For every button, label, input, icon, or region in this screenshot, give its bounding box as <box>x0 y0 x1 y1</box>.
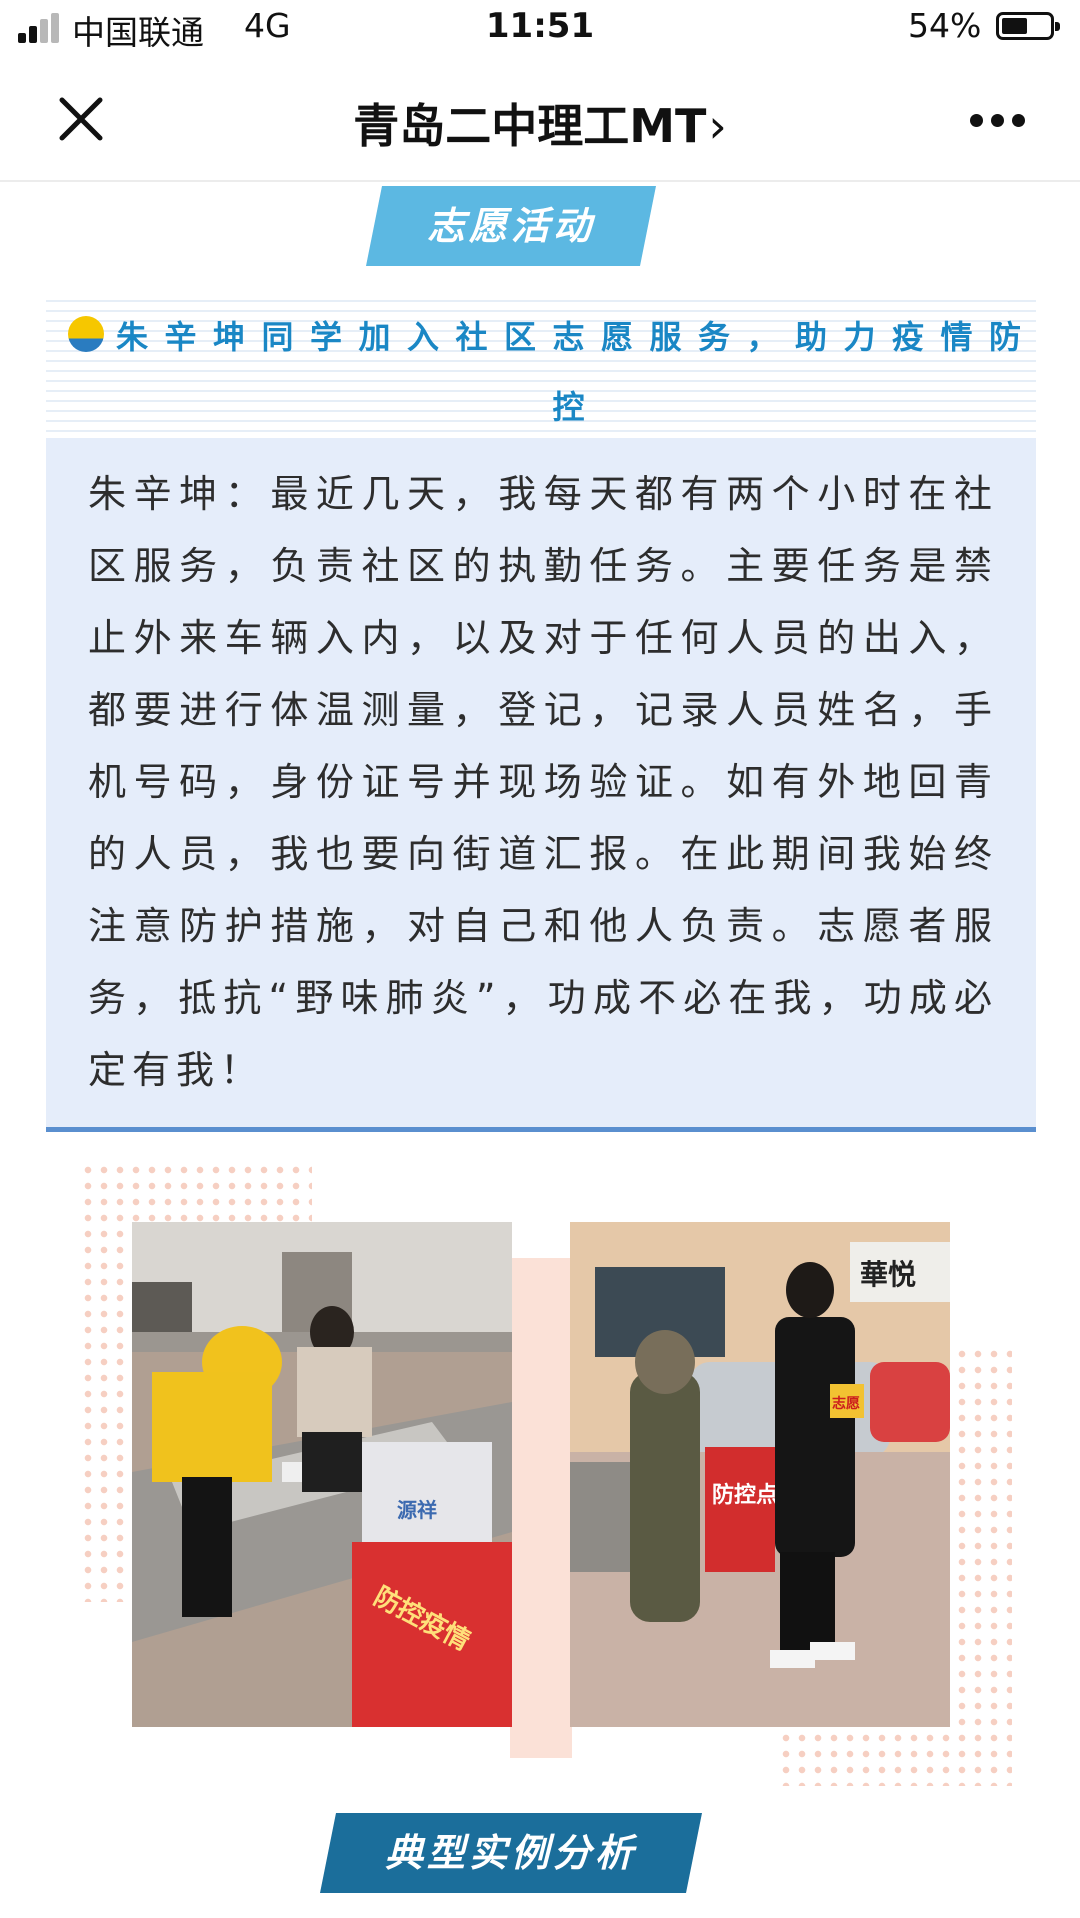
page-title[interactable]: 青岛二中理工MT› <box>0 90 1080 156</box>
chevron-right-icon: › <box>708 99 727 153</box>
article-card: 朱辛坤：最近几天，我每天都有两个小时在社区服务，负责社区的执勤任务。主要任务是禁… <box>46 438 1036 1132</box>
section-banner-case-analysis: 典型实例分析 <box>320 1813 702 1893</box>
battery-percent: 54% <box>908 6 982 45</box>
photo2-sign-text: 防控点 <box>712 1482 778 1508</box>
article-body: 朱辛坤：最近几天，我每天都有两个小时在社区服务，负责社区的执勤任务。主要任务是禁… <box>88 472 998 1092</box>
nav-bar: 青岛二中理工MT› <box>0 56 1080 182</box>
section-banner-volunteer: 志愿活动 <box>366 186 656 266</box>
status-bar: 中国联通 4G 11:51 54% <box>0 0 1080 56</box>
photo1-bag-text: 源祥 <box>397 1498 437 1522</box>
account-name[interactable]: 青岛二中理工MT <box>353 99 706 153</box>
battery-icon <box>996 12 1060 40</box>
article-headline: 朱辛坤同学加入社区志愿服务，助力疫情防控 <box>116 318 1036 426</box>
photo2-armband-text: 志愿 <box>832 1395 860 1412</box>
sun-icon <box>68 316 104 352</box>
volunteer-photo-left[interactable]: 防控疫情 源祥 <box>132 1222 512 1727</box>
photo2-shop-sign: 華悦 <box>860 1258 916 1291</box>
decorative-strip <box>510 1258 572 1758</box>
more-icon[interactable] <box>970 114 1026 128</box>
volunteer-photo-right[interactable]: 華悦 防控点 志愿 <box>570 1222 950 1727</box>
headline-block: 朱辛坤同学加入社区志愿服务，助力疫情防控 <box>46 292 1036 434</box>
